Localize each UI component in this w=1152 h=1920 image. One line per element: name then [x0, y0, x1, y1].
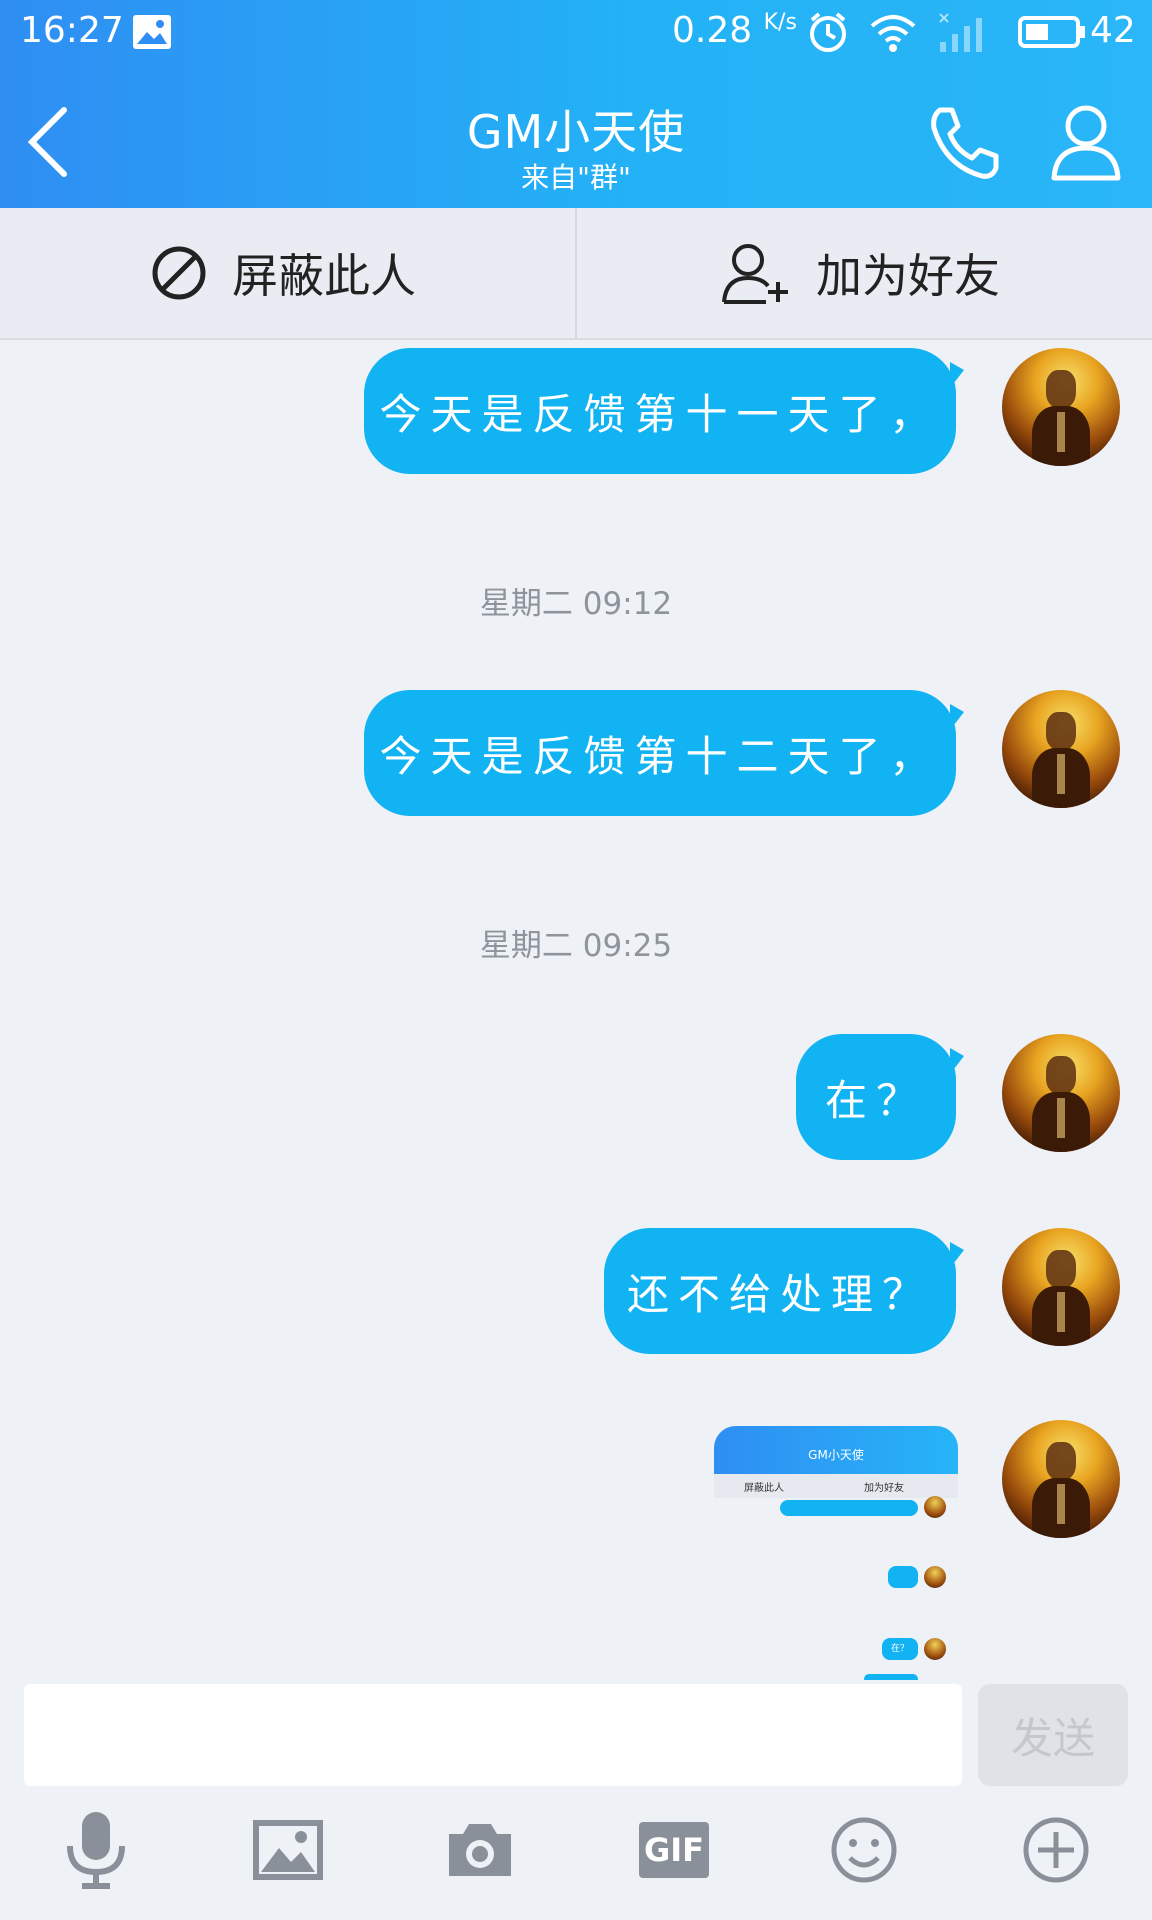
thumbnail-add-label: 加为好友: [864, 1483, 904, 1494]
bubble-tail: [950, 1242, 964, 1268]
send-button[interactable]: 发送: [978, 1684, 1128, 1786]
avatar[interactable]: [1002, 348, 1120, 466]
camera-button[interactable]: [440, 1810, 520, 1890]
message-text: 今天是反馈第十一天了，: [379, 389, 941, 439]
chat-header: 16:27 0.28 K/s 42 GM小天使 来自"群": [0, 0, 1152, 208]
add-friend-icon: [722, 244, 788, 304]
voice-button[interactable]: [56, 1810, 136, 1890]
microphone-icon: [67, 1812, 125, 1889]
thumbnail-bubble: 在？: [882, 1638, 918, 1660]
avatar[interactable]: [1002, 690, 1120, 808]
bubble-tail: [950, 704, 964, 730]
message-timestamp: 星期二 09:12: [479, 586, 673, 622]
image-message-thumbnail[interactable]: GM小天使 屏蔽此人 加为好友 在？: [714, 1426, 958, 1680]
network-speed-value: 0.28: [672, 10, 753, 51]
message-bubble[interactable]: 今天是反馈第十二天了，: [364, 690, 956, 816]
message-text: 还不给处理？: [626, 1269, 933, 1319]
message-text: 在？: [824, 1075, 927, 1125]
image-icon: [253, 1820, 323, 1880]
wifi-icon: [870, 15, 916, 52]
gif-icon: GIF: [639, 1822, 709, 1878]
network-speed-unit: K/s: [763, 10, 797, 35]
stranger-action-bar: 屏蔽此人 加为好友: [0, 208, 1152, 340]
thumbnail-avatar: [924, 1638, 946, 1660]
profile-button[interactable]: [1050, 102, 1122, 182]
smiley-icon: [831, 1817, 897, 1883]
message-bubble[interactable]: 在？: [796, 1034, 956, 1160]
bubble-tail: [950, 1048, 964, 1074]
plus-circle-icon: [1023, 1817, 1089, 1883]
bubble-tail: [950, 362, 964, 388]
thumbnail-bubble: [780, 1500, 918, 1516]
thumbnail-bubble: [888, 1566, 918, 1588]
thumbnail-title: GM小天使: [808, 1448, 864, 1462]
camera-icon: [449, 1824, 511, 1876]
thumbnail-action-bar: 屏蔽此人 加为好友: [714, 1474, 958, 1498]
action-divider: [575, 208, 577, 338]
emoji-button[interactable]: [824, 1810, 904, 1890]
status-bar: 16:27 0.28 K/s 42: [0, 0, 1152, 66]
block-user-button[interactable]: 屏蔽此人: [150, 208, 416, 338]
alarm-icon: [810, 12, 846, 52]
avatar[interactable]: [1002, 1228, 1120, 1346]
network-speed: 0.28 K/s: [672, 10, 797, 51]
message-input[interactable]: [24, 1684, 962, 1786]
phone-call-button[interactable]: [926, 104, 1004, 182]
battery-icon: [1018, 16, 1085, 48]
signal-icon: [939, 13, 982, 52]
thumbnail-avatar: [924, 1496, 946, 1518]
image-notification-icon: [133, 15, 171, 49]
avatar[interactable]: [1002, 1420, 1120, 1538]
gallery-button[interactable]: [248, 1810, 328, 1890]
block-icon: [152, 246, 206, 300]
avatar[interactable]: [1002, 1034, 1120, 1152]
message-bubble[interactable]: 今天是反馈第十一天了，: [364, 348, 956, 474]
message-text: 今天是反馈第十二天了，: [379, 731, 941, 781]
message-timestamp: 星期二 09:25: [479, 928, 673, 964]
input-bar: 发送 GIF: [0, 1680, 1152, 1920]
more-button[interactable]: [1016, 1810, 1096, 1890]
add-friend-button[interactable]: 加为好友: [722, 208, 1000, 338]
thumbnail-block-label: 屏蔽此人: [744, 1483, 784, 1494]
message-bubble[interactable]: 还不给处理？: [604, 1228, 956, 1354]
gif-button[interactable]: GIF: [634, 1810, 714, 1890]
thumbnail-avatar: [924, 1566, 946, 1588]
battery-level: 42: [1090, 10, 1136, 51]
add-friend-label: 加为好友: [816, 249, 1000, 303]
status-time: 16:27: [20, 10, 124, 51]
block-user-label: 屏蔽此人: [232, 249, 416, 303]
thumbnail-header: GM小天使: [714, 1426, 958, 1474]
